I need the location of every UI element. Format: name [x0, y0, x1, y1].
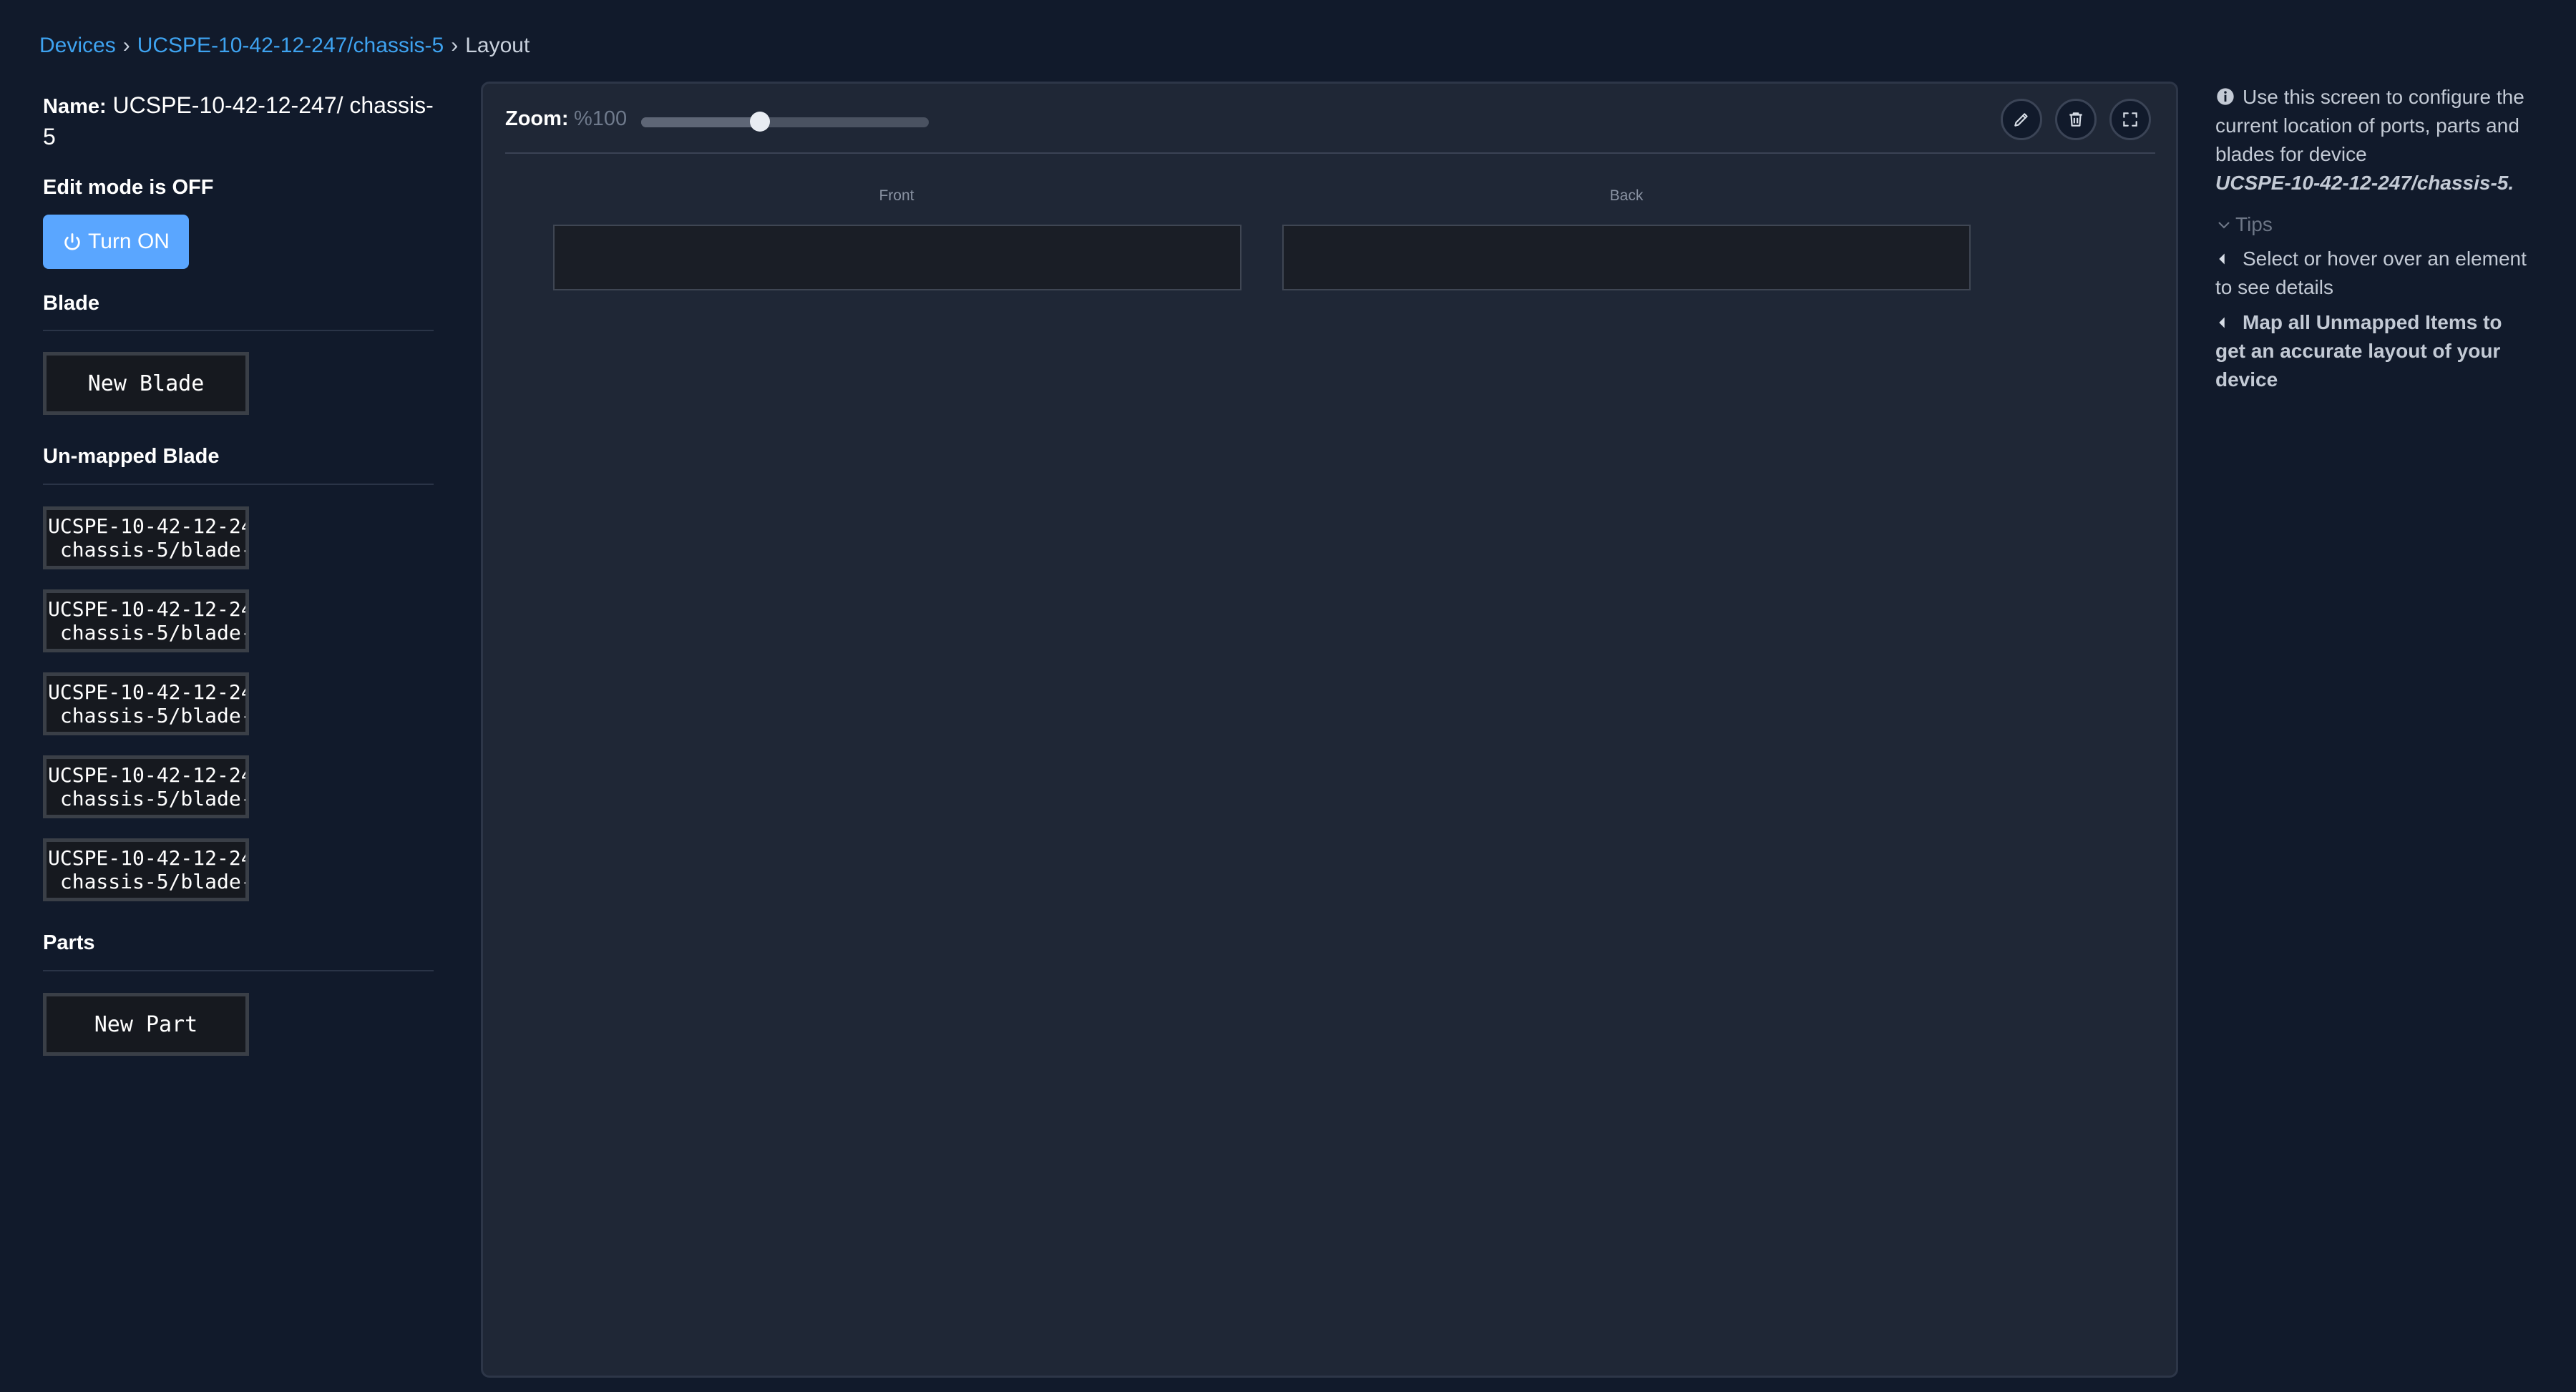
breadcrumb-separator: ›: [451, 34, 459, 57]
breadcrumb-devices-link[interactable]: Devices: [39, 34, 116, 57]
parts-section-title: Parts: [43, 931, 95, 954]
tip-item: Select or hover over an element to see d…: [2215, 245, 2530, 302]
back-view-label: Back: [1609, 187, 1644, 204]
tip-item: Map all Unmapped Items to get an accurat…: [2215, 308, 2530, 394]
unmapped-blade-item[interactable]: UCSPE-10-42-12-247/ chassis-5/blade-1: [43, 506, 249, 569]
divider: [43, 330, 434, 331]
zoom-value: %100: [574, 107, 628, 130]
chevron-down-icon: [2218, 222, 2230, 229]
trash-icon: [2069, 112, 2082, 127]
unmapped-blade-item[interactable]: UCSPE-10-42-12-247/ chassis-5/blade-3: [43, 672, 249, 735]
new-blade-button[interactable]: New Blade: [43, 352, 249, 415]
tip-text: Select or hover over an element to see d…: [2215, 247, 2527, 298]
turn-on-button[interactable]: Turn ON: [43, 215, 189, 269]
breadcrumb: Devices › UCSPE-10-42-12-247/chassis-5 › Lay…: [39, 30, 530, 62]
help-intro-text: Use this screen to configure the current…: [2215, 86, 2524, 165]
unmapped-blade-item[interactable]: UCSPE-10-42-12-247/ chassis-5/blade-5: [43, 838, 249, 901]
zoom-slider-thumb[interactable]: [750, 112, 770, 132]
front-view-slot[interactable]: [553, 225, 1241, 290]
divider: [43, 970, 434, 971]
tips-label: Tips: [2235, 213, 2273, 235]
breadcrumb-separator: ›: [122, 34, 130, 57]
tips-toggle[interactable]: Tips: [2215, 210, 2273, 239]
edit-button[interactable]: [2001, 99, 2042, 140]
delete-button[interactable]: [2055, 99, 2097, 140]
info-icon: [2217, 88, 2234, 105]
fullscreen-icon: [2123, 112, 2137, 127]
turn-on-label: Turn ON: [88, 230, 170, 253]
zoom-slider-fill: [641, 117, 760, 127]
front-view-label: Front: [879, 187, 914, 204]
device-name-label: Name:: [43, 95, 107, 118]
caret-left-icon: [2219, 317, 2225, 328]
new-part-button[interactable]: New Part: [43, 993, 249, 1056]
blade-section-title: Blade: [43, 292, 99, 315]
tip-text: Map all Unmapped Items to get an accurat…: [2215, 311, 2502, 391]
back-view-slot[interactable]: [1282, 225, 1971, 290]
breadcrumb-current: Layout: [465, 34, 530, 57]
unmapped-blade-item[interactable]: UCSPE-10-42-12-247/ chassis-5/blade-2: [43, 589, 249, 652]
help-device-name: UCSPE-10-42-12-247/chassis-5.: [2215, 172, 2514, 194]
power-icon: [64, 233, 80, 250]
help-intro: Use this screen to configure the current…: [2215, 83, 2530, 197]
fullscreen-button[interactable]: [2109, 99, 2151, 140]
toolbar-divider: [505, 152, 2155, 154]
zoom-label: Zoom:: [505, 107, 569, 130]
device-name: Name: UCSPE-10-42-12-247/ chassis-5: [43, 90, 444, 152]
unmapped-blade-section-title: Un-mapped Blade: [43, 445, 220, 468]
unmapped-blade-item[interactable]: UCSPE-10-42-12-247/ chassis-5/blade-4: [43, 755, 249, 818]
pencil-icon: [2014, 113, 2028, 127]
divider: [43, 484, 434, 485]
edit-mode-status: Edit mode is OFF: [43, 176, 214, 199]
breadcrumb-device-link[interactable]: UCSPE-10-42-12-247/chassis-5: [137, 34, 444, 57]
caret-left-icon: [2219, 253, 2225, 265]
